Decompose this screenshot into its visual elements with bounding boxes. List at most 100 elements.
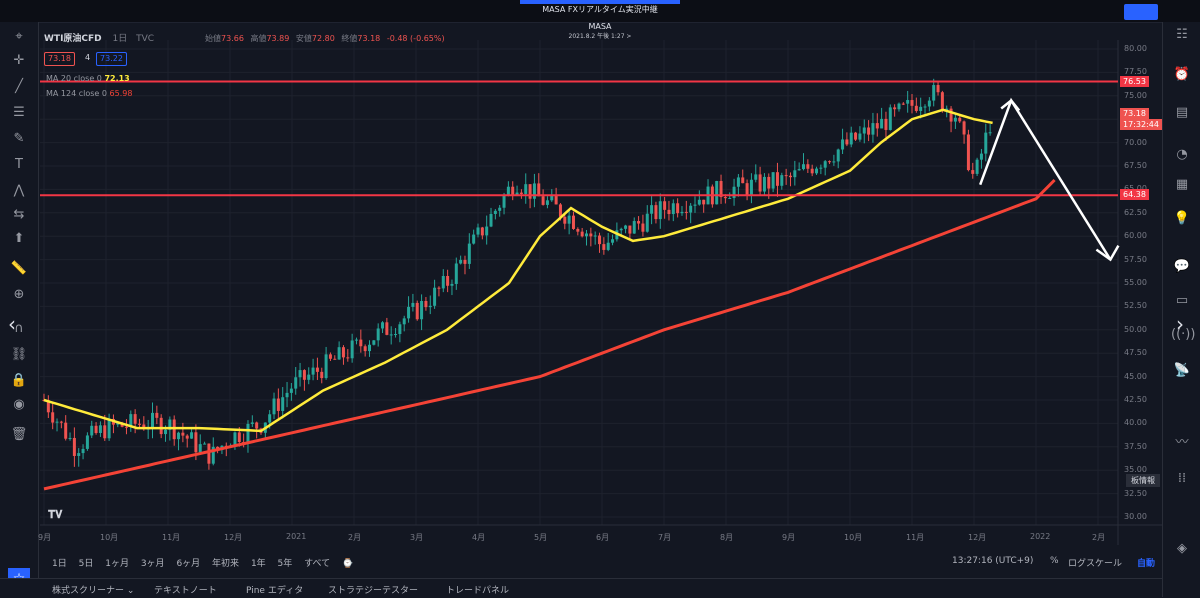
candle-body	[519, 192, 523, 194]
tf-1m[interactable]: 1ヶ月	[105, 559, 129, 569]
candle-body	[901, 103, 905, 105]
symbol-interval[interactable]: 1日	[113, 34, 128, 44]
candle-body	[676, 203, 680, 214]
candle-body	[107, 418, 111, 439]
tab-text-notes[interactable]: テキストノート	[154, 583, 217, 596]
tab-pine-editor[interactable]: Pine エディタ	[246, 583, 303, 596]
watchlist-icon[interactable]: ☷	[1171, 26, 1193, 44]
candle-body	[745, 183, 749, 195]
fib-icon[interactable]: ☰	[8, 104, 30, 122]
tab-strategy-tester[interactable]: ストラテジーテスター	[328, 583, 418, 596]
candle-body	[489, 213, 493, 227]
chart-line-icon[interactable]: 〰	[1171, 434, 1193, 452]
close-label: 終値	[341, 34, 358, 43]
cursor-icon[interactable]: ✛	[8, 52, 30, 70]
candle-body	[255, 422, 259, 429]
layers-icon[interactable]: ◈	[1171, 540, 1193, 558]
ideas-icon[interactable]: 💡	[1171, 210, 1193, 228]
price-chart[interactable]	[0, 0, 1200, 597]
y-tick-label: 75.00	[1124, 90, 1147, 100]
dom-tooltip: 板情報	[1126, 474, 1160, 487]
goto-date-icon[interactable]: ⌚	[342, 559, 353, 569]
prev-arrow-icon[interactable]: ‹	[8, 312, 16, 336]
tf-1d[interactable]: 1日	[52, 559, 67, 569]
trash-icon[interactable]: 🗑	[8, 426, 30, 444]
alert-icon[interactable]: ⏰	[1171, 66, 1193, 84]
candle-body	[867, 127, 871, 135]
streams-icon[interactable]: ▭	[1171, 292, 1193, 310]
datawindow-icon[interactable]: ▤	[1171, 104, 1193, 122]
zoom-icon[interactable]: ⊕	[8, 286, 30, 304]
ma20-legend[interactable]: MA 20 close 0 72.13	[46, 74, 130, 83]
candle-body	[324, 354, 328, 379]
y-tick-label: 50.00	[1124, 324, 1147, 334]
candle-body	[81, 448, 85, 454]
tab-screener[interactable]: 株式スクリーナー ⌄	[52, 583, 134, 596]
chat-icon[interactable]: 💬	[1171, 258, 1193, 276]
pattern-icon[interactable]: ⋀	[8, 182, 30, 200]
candle-body	[233, 432, 237, 446]
tf-3m[interactable]: 3ヶ月	[141, 559, 165, 569]
candle-body	[975, 159, 979, 174]
candle-body	[480, 227, 484, 236]
tab-trading-panel[interactable]: トレードパネル	[446, 583, 509, 596]
tf-6m[interactable]: 6ヶ月	[176, 559, 200, 569]
signal-icon[interactable]: 📡	[1171, 362, 1193, 380]
ask-price[interactable]: 73.22	[96, 52, 127, 66]
candle-body	[888, 107, 892, 130]
lock-icon[interactable]: 🔒	[8, 372, 30, 390]
ma124-legend[interactable]: MA 124 close 0 65.98	[46, 89, 132, 98]
low-label: 安値	[295, 34, 312, 43]
candle-body	[927, 100, 931, 107]
calendar-icon[interactable]: ▦	[1171, 176, 1193, 194]
symbol-header[interactable]: WTI原油CFD 1日 TVC	[44, 31, 154, 44]
candle-body	[784, 175, 788, 177]
auto-toggle[interactable]: 自動	[1137, 556, 1155, 569]
eye-icon[interactable]: ◉	[8, 396, 30, 414]
change-value: -0.48 (-0.65%)	[386, 34, 445, 43]
tf-ytd[interactable]: 年初来	[212, 559, 239, 569]
ruler-icon[interactable]: 📏	[8, 260, 30, 278]
next-arrow-icon[interactable]: ›	[1176, 312, 1184, 336]
tf-all[interactable]: すべて	[304, 559, 330, 569]
x-tick-label: 5月	[534, 533, 548, 542]
clock[interactable]: 13:27:16 (UTC+9)	[952, 556, 1033, 566]
arrow-up-icon[interactable]: ⬆	[8, 230, 30, 248]
candle-body	[971, 170, 975, 174]
candle-body	[836, 149, 840, 162]
candle-body	[124, 426, 128, 428]
tradingview-logo: 𝐓𝐕	[48, 508, 63, 521]
candle-body	[528, 184, 532, 199]
x-tick-label: 2021	[286, 532, 307, 541]
symbol-name[interactable]: WTI原油CFD	[44, 34, 102, 44]
candle-body	[85, 435, 89, 449]
tf-5d[interactable]: 5日	[79, 559, 94, 569]
candle-body	[281, 397, 285, 411]
text-icon[interactable]: T	[8, 156, 30, 174]
forecast-icon[interactable]: ⇆	[8, 206, 30, 224]
countdown-label: 17:32:44	[1120, 119, 1162, 130]
candle-body	[598, 235, 602, 245]
log-toggle[interactable]: ログスケール	[1068, 556, 1122, 569]
percent-toggle[interactable]: %	[1050, 556, 1059, 566]
candle-body	[268, 414, 272, 423]
candle-body	[693, 204, 697, 206]
tf-1y[interactable]: 1年	[251, 559, 266, 569]
high-value: 73.89	[266, 34, 290, 43]
dom-icon[interactable]: ⁞⁞	[1171, 470, 1193, 488]
candle-body	[433, 287, 437, 306]
candle-body	[98, 425, 102, 434]
candle-body	[932, 85, 936, 101]
trendline-icon[interactable]: ╱	[8, 78, 30, 96]
candle-body	[394, 334, 398, 336]
hotlist-icon[interactable]: ◔	[1171, 146, 1193, 164]
ma20-value: 72.13	[104, 74, 130, 83]
bid-price[interactable]: 73.18	[44, 52, 75, 66]
lock-draw-icon[interactable]: ⛓	[8, 346, 30, 364]
tf-5y[interactable]: 5年	[278, 559, 293, 569]
crosshair-icon[interactable]: ⌖	[8, 28, 30, 46]
brush-icon[interactable]: ✎	[8, 130, 30, 148]
candle-body	[298, 370, 302, 378]
ohlc-values: 始値73.66 高値73.89 安値72.80 終値73.18 -0.48 (-…	[205, 33, 449, 44]
candle-body	[94, 425, 98, 434]
